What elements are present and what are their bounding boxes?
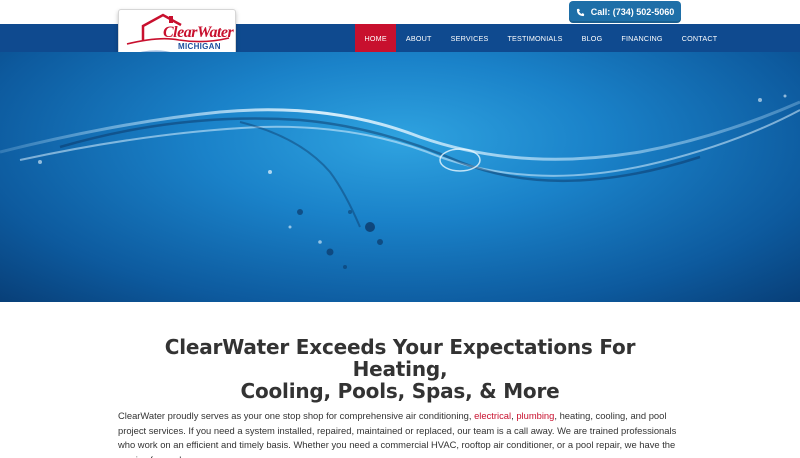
page-headline: ClearWater Exceeds Your Expectations For… (118, 336, 682, 402)
logo-subtitle: MICHIGAN (178, 42, 221, 51)
call-button-label: Call: (734) 502-5060 (590, 7, 675, 17)
headline-line-1: ClearWater Exceeds Your Expectations For… (164, 335, 636, 381)
nav-item-about[interactable]: ABOUT (396, 24, 441, 52)
nav-item-blog[interactable]: BLOG (572, 24, 612, 52)
hero-banner (0, 52, 800, 302)
nav-item-home[interactable]: HOME (355, 24, 397, 52)
plumbing-link[interactable]: plumbing (516, 410, 554, 421)
call-button[interactable]: Call: (734) 502-5060 (569, 1, 681, 23)
intro-section: ClearWater Exceeds Your Expectations For… (118, 336, 682, 458)
intro-text-1: ClearWater proudly serves as your one st… (118, 410, 475, 421)
nav-item-services[interactable]: SERVICES (441, 24, 498, 52)
nav-menu: HOME ABOUT SERVICES TESTIMONIALS BLOG FI… (355, 24, 727, 52)
logo-wordmark: ClearWater (163, 24, 234, 41)
electrical-link[interactable]: electrical (474, 410, 511, 421)
headline-line-2: Cooling, Pools, Spas, & More (240, 379, 560, 403)
nav-item-contact[interactable]: CONTACT (672, 24, 727, 52)
phone-icon (576, 8, 584, 16)
nav-item-testimonials[interactable]: TESTIMONIALS (498, 24, 572, 52)
intro-paragraph: ClearWater proudly serves as your one st… (118, 409, 682, 458)
water-splash-image (0, 94, 800, 269)
nav-item-financing[interactable]: FINANCING (612, 24, 672, 52)
